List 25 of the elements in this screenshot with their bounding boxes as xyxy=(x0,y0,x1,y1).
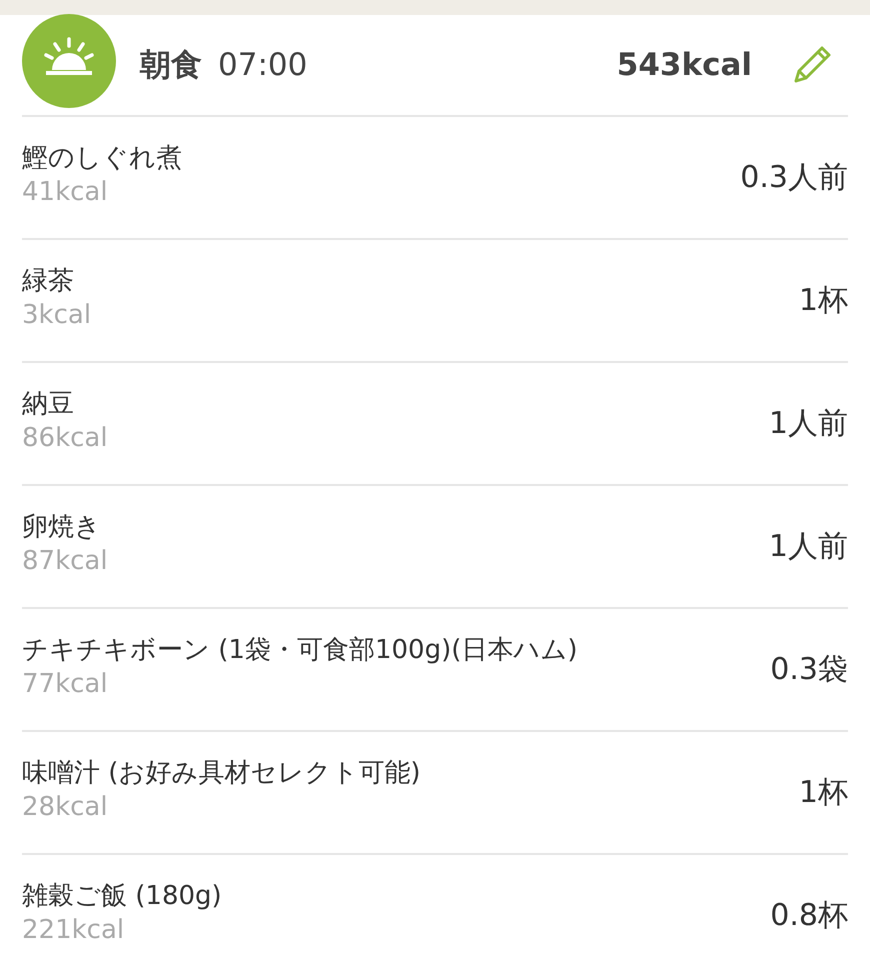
food-name: チキチキボーン (1袋・可食部100g)(日本ハム) xyxy=(22,634,578,667)
food-calories: 41kcal xyxy=(22,177,109,207)
food-calories: 221kcal xyxy=(22,915,126,945)
food-amount: 1人前 xyxy=(768,405,848,443)
meal-time: 07:00 xyxy=(218,47,308,83)
food-calories: 77kcal xyxy=(22,669,109,699)
food-amount: 0.3袋 xyxy=(770,651,848,689)
food-amount: 0.3人前 xyxy=(740,159,848,197)
food-name: 緑茶 xyxy=(22,265,75,298)
food-calories: 87kcal xyxy=(22,546,108,576)
meal-title: 朝食 xyxy=(140,46,202,85)
food-name: 卵焼き xyxy=(22,511,102,544)
food-calories: 3kcal xyxy=(22,300,92,330)
food-amount: 1杯 xyxy=(798,774,848,812)
meal-total-calories: 543kcal xyxy=(616,47,752,83)
food-amount: 1人前 xyxy=(768,528,848,566)
sunrise-icon xyxy=(22,14,116,108)
food-amount: 0.8杯 xyxy=(770,897,848,935)
food-name: 雑穀ご飯 (180g) xyxy=(22,880,222,913)
food-calories: 28kcal xyxy=(22,792,109,822)
food-name: 鰹のしぐれ煮 xyxy=(22,142,182,175)
food-calories: 86kcal xyxy=(22,423,108,453)
food-name: 納豆 xyxy=(22,388,75,421)
food-name: 味噌汁 (お好み具材セレクト可能) xyxy=(22,757,421,790)
food-amount: 1杯 xyxy=(798,282,848,320)
